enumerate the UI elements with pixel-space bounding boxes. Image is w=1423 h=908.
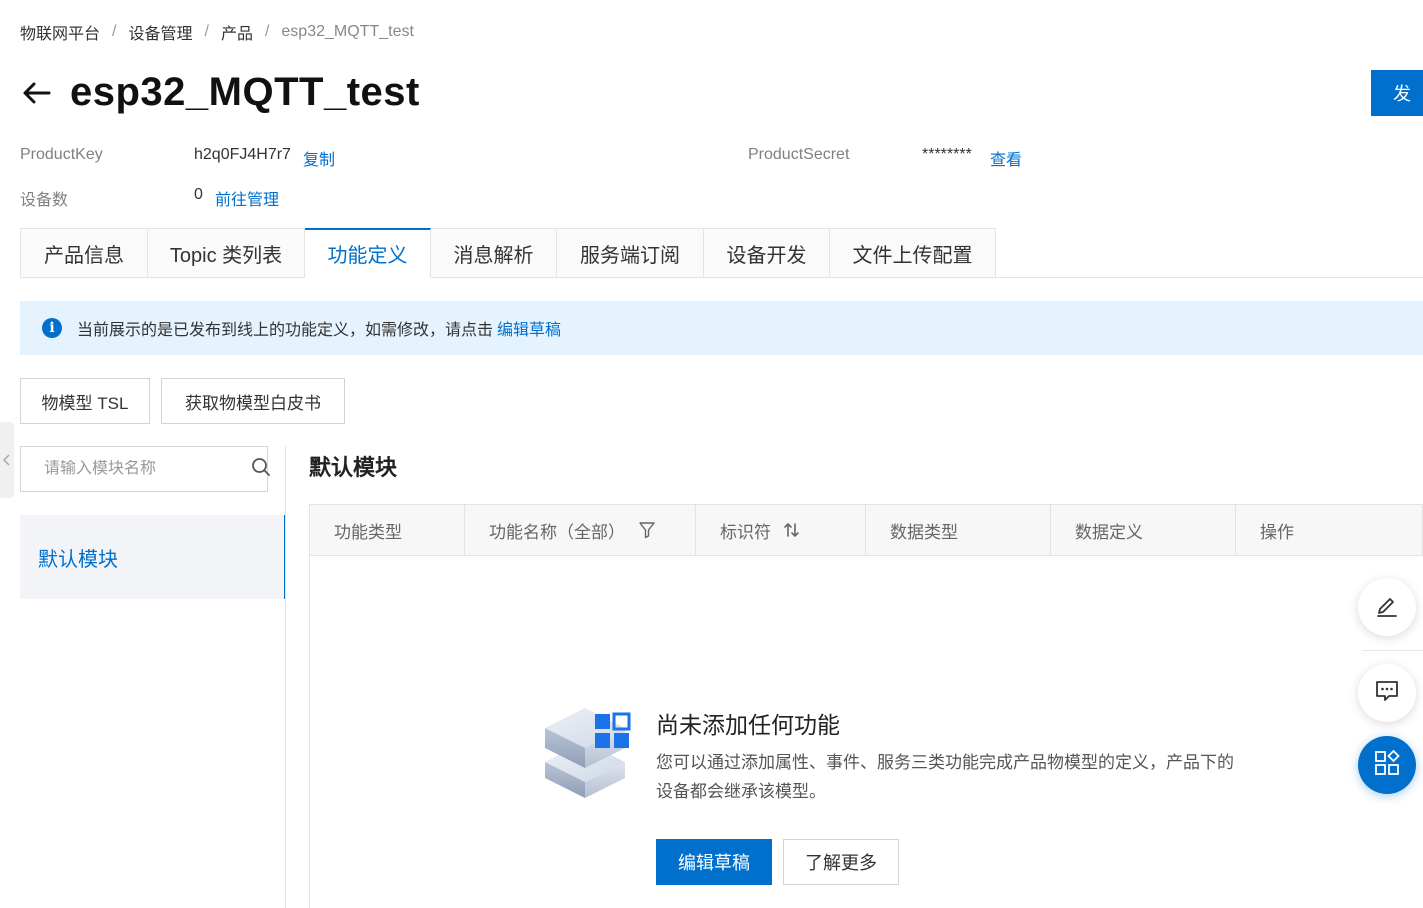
module-search	[20, 446, 271, 492]
breadcrumb-item-product[interactable]: 产品	[221, 20, 253, 44]
tab-topic-list[interactable]: Topic 类列表	[148, 228, 305, 278]
tab-bar: 产品信息 Topic 类列表 功能定义 消息解析 服务端订阅 设备开发 文件上传…	[20, 228, 996, 278]
column-identifier: 标识符	[696, 505, 866, 555]
title-row: esp32_MQTT_test	[20, 70, 420, 115]
float-separator	[1362, 650, 1423, 651]
edit-icon	[1374, 592, 1400, 623]
chat-icon	[1374, 678, 1400, 709]
tab-product-info[interactable]: 产品信息	[20, 228, 148, 278]
chevron-left-icon	[3, 454, 10, 466]
back-arrow-icon[interactable]	[20, 77, 52, 109]
column-data-type: 数据类型	[866, 505, 1051, 555]
product-key-label: ProductKey	[20, 146, 103, 163]
sort-icon[interactable]	[783, 521, 801, 539]
breadcrumb-separator: /	[264, 23, 270, 40]
breadcrumb-separator: /	[204, 23, 209, 40]
page-title: esp32_MQTT_test	[70, 70, 420, 114]
column-function-type: 功能类型	[310, 505, 465, 555]
column-data-definition: 数据定义	[1051, 505, 1236, 555]
edit-draft-button[interactable]: 编辑草稿	[656, 839, 772, 885]
device-count-label: 设备数	[20, 192, 69, 209]
notice-text: 当前展示的是已发布到线上的功能定义，如需修改，请点击	[77, 322, 494, 339]
breadcrumb-item-device-management[interactable]: 设备管理	[128, 20, 192, 44]
copy-link[interactable]: 复制	[303, 146, 335, 170]
manage-devices-link[interactable]: 前往管理	[215, 186, 279, 210]
breadcrumb-item-iot-platform[interactable]: 物联网平台	[20, 20, 100, 44]
tab-file-upload-config[interactable]: 文件上传配置	[830, 228, 996, 278]
product-key-value: h2q0FJ4H7r7	[194, 146, 291, 163]
table-left-border	[309, 556, 310, 908]
tsl-button[interactable]: 物模型 TSL	[20, 378, 150, 424]
product-secret-label: ProductSecret	[748, 146, 850, 163]
edit-draft-link[interactable]: 编辑草稿	[497, 316, 561, 340]
product-secret-value: ********	[922, 146, 972, 163]
column-function-name: 功能名称（全部）	[465, 505, 696, 555]
view-secret-link[interactable]: 查看	[990, 146, 1022, 170]
search-icon[interactable]	[251, 457, 271, 482]
column-label: 数据类型	[890, 522, 958, 542]
column-label: 标识符	[720, 522, 771, 542]
column-label: 功能类型	[334, 522, 402, 542]
breadcrumb-separator: /	[112, 23, 117, 40]
breadcrumb: 物联网平台 / 设备管理 / 产品 / esp32_MQTT_test	[20, 20, 414, 44]
edit-float-button[interactable]	[1358, 578, 1416, 636]
module-item-default[interactable]: 默认模块	[20, 515, 286, 599]
breadcrumb-current: esp32_MQTT_test	[281, 23, 414, 40]
column-label: 功能名称（全部）	[489, 522, 625, 542]
column-label: 操作	[1260, 522, 1294, 542]
device-count-value: 0	[194, 186, 203, 203]
tab-message-parsing[interactable]: 消息解析	[431, 228, 557, 278]
column-actions: 操作	[1236, 505, 1422, 555]
empty-title: 尚未添加任何功能	[656, 712, 840, 738]
table-header: 功能类型 功能名称（全部） 标识符 数据类型 数据定义 操作	[309, 504, 1423, 556]
tab-function-definition[interactable]: 功能定义	[305, 228, 431, 278]
module-search-input[interactable]	[44, 460, 251, 478]
tab-device-development[interactable]: 设备开发	[704, 228, 830, 278]
info-icon: i	[42, 318, 62, 338]
learn-more-button[interactable]: 了解更多	[783, 839, 899, 885]
panel-divider	[285, 446, 286, 908]
tab-server-subscription[interactable]: 服务端订阅	[557, 228, 704, 278]
sidebar-collapse-handle[interactable]	[0, 422, 14, 498]
section-title: 默认模块	[309, 455, 398, 480]
apps-icon	[1373, 749, 1401, 782]
cube-illustration	[540, 700, 635, 810]
feedback-float-button[interactable]	[1358, 664, 1416, 722]
column-label: 数据定义	[1075, 522, 1143, 542]
filter-icon[interactable]	[639, 521, 655, 539]
apps-float-button[interactable]	[1358, 736, 1416, 794]
empty-description: 您可以通过添加属性、事件、服务三类功能完成产品物模型的定义，产品下的设备都会继承…	[656, 753, 1234, 801]
whitepaper-button[interactable]: 获取物模型白皮书	[161, 378, 345, 424]
publish-button[interactable]: 发	[1371, 70, 1423, 116]
info-notice: i 当前展示的是已发布到线上的功能定义，如需修改，请点击 编辑草稿	[20, 301, 1423, 355]
